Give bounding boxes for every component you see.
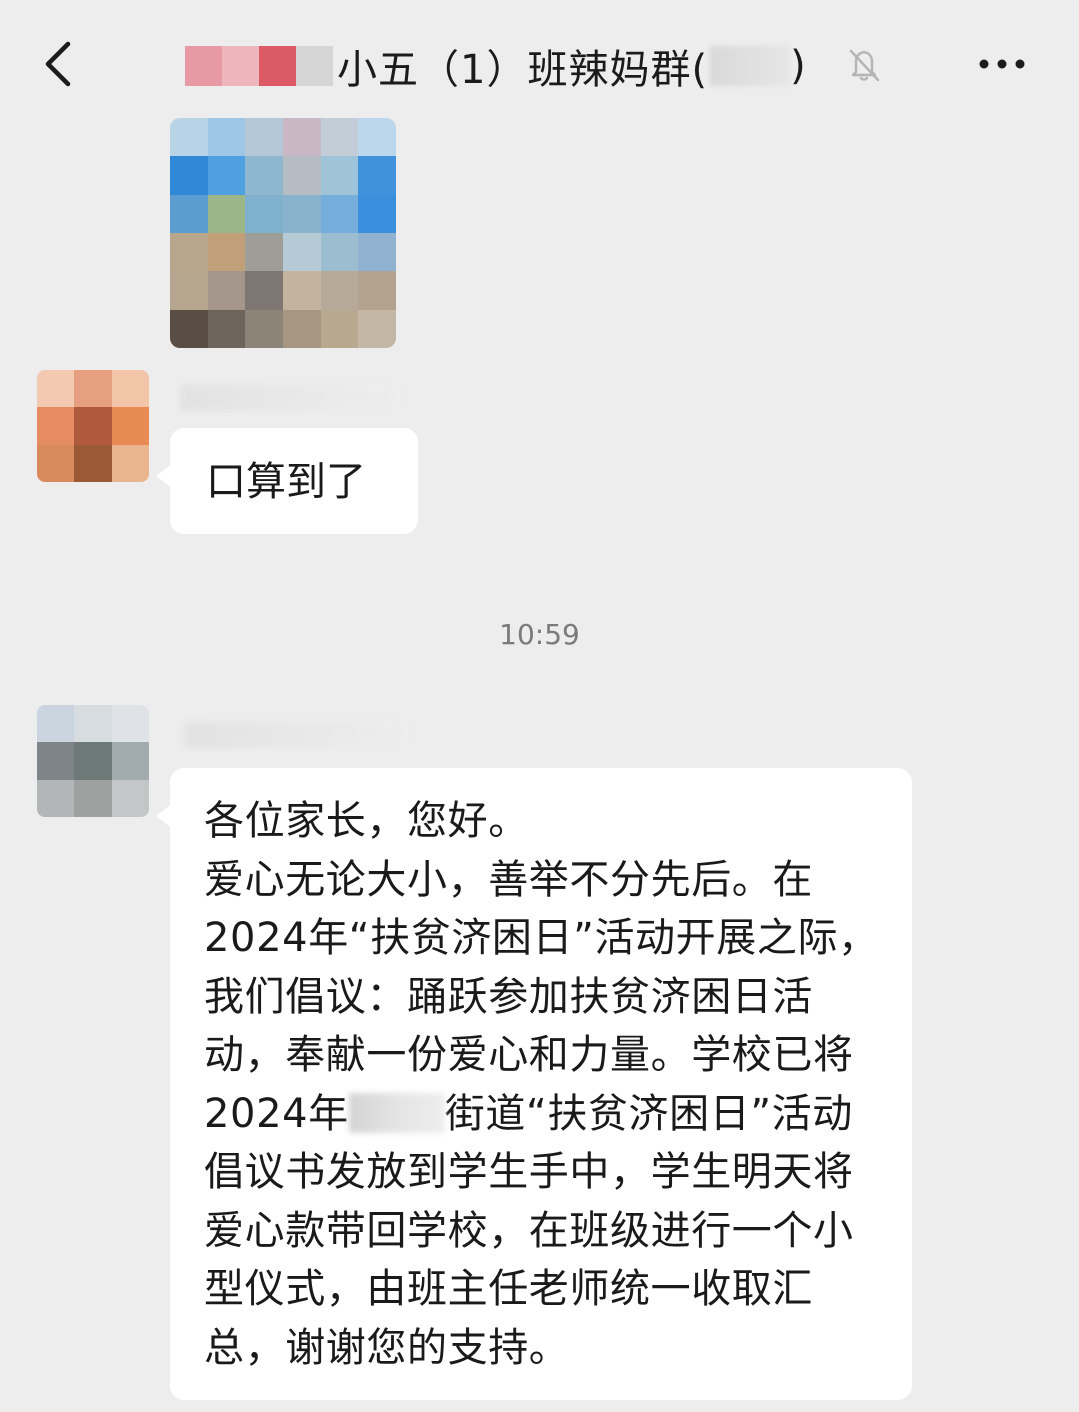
message-text: 各位家长，您好。 爱心无论大小，善举不分先后。在2024年“扶贫济困日”活动开展… (204, 792, 888, 1377)
message-text-part: 各位家长，您好。 爱心无论大小，善举不分先后。在2024年“扶贫济困日”活动开展… (204, 798, 879, 1137)
chat-title-text: 小五（1）班辣妈群( (337, 47, 709, 93)
more-button[interactable] (972, 44, 1032, 84)
more-horizontal-icon (979, 59, 1025, 69)
timestamp: 10:59 (499, 618, 580, 651)
title-redacted-mosaic (185, 46, 333, 86)
chat-header: 小五（1）班辣妈群( ) (0, 0, 1079, 128)
bell-muted-icon (849, 49, 880, 82)
message-text: 口算到了 (206, 459, 366, 505)
sender-name-redacted (184, 722, 410, 748)
image-message[interactable] (170, 118, 396, 348)
back-button[interactable] (36, 34, 86, 94)
chevron-left-icon (45, 41, 71, 87)
chat-title: 小五（1）班辣妈群( ) (185, 34, 807, 98)
chat-title-suffix: ) (790, 43, 807, 89)
sender-avatar[interactable] (37, 705, 149, 817)
sender-avatar[interactable] (37, 370, 149, 482)
title-redacted-blur (710, 46, 791, 86)
text-redacted-blur (348, 1092, 445, 1133)
sender-name-redacted (180, 385, 400, 411)
message-bubble[interactable]: 各位家长，您好。 爱心无论大小，善举不分先后。在2024年“扶贫济困日”活动开展… (156, 768, 912, 1400)
message-bubble[interactable]: 口算到了 (156, 428, 418, 534)
